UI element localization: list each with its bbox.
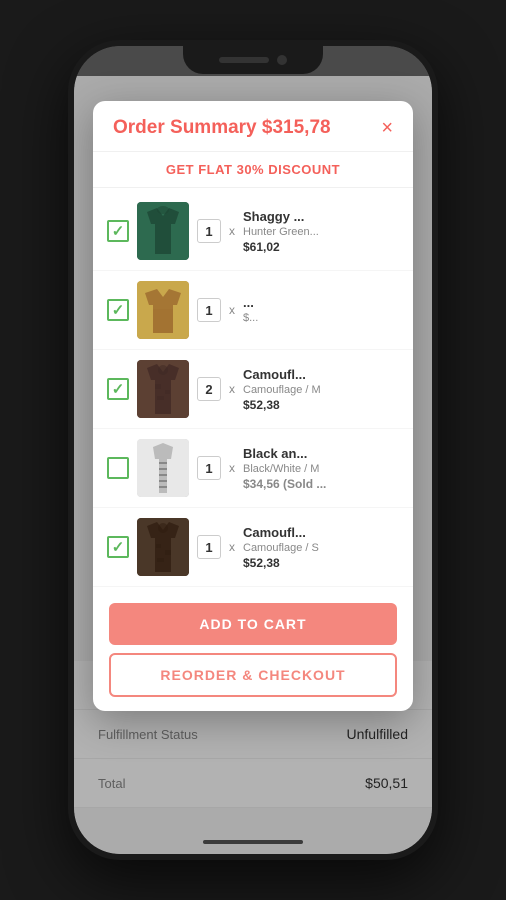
item-5-variant: Camouflage / S (243, 542, 399, 554)
item-4-variant: Black/White / M (243, 463, 399, 475)
times-sign-2: x (229, 303, 235, 317)
times-sign-5: x (229, 540, 235, 554)
item-3-name: Camoufl... (243, 367, 399, 382)
times-sign-1: x (229, 224, 235, 238)
item-5-image (137, 518, 189, 576)
item-2-checkbox[interactable]: ✓ (107, 299, 129, 321)
item-1-details: Shaggy ... Hunter Green... $61,02 (243, 209, 399, 254)
modal-header: Order Summary $315,78 × (93, 101, 413, 152)
item-1-checkbox[interactable]: ✓ (107, 220, 129, 242)
item-2-image (137, 281, 189, 339)
item-3-image (137, 360, 189, 418)
modal-actions: ADD TO CART REORDER & CHECKOUT (93, 591, 413, 711)
item-4-checkbox[interactable] (107, 457, 129, 479)
item-3-details: Camoufl... Camouflage / M $52,38 (243, 367, 399, 412)
close-button[interactable]: × (381, 118, 393, 138)
item-5-clothing-svg (137, 518, 189, 576)
item-3-variant: Camouflage / M (243, 384, 399, 396)
order-item-1: ✓ 1 x (93, 192, 413, 271)
item-5-details: Camoufl... Camouflage / S $52,38 (243, 525, 399, 570)
order-item-2: ✓ 1 x (93, 271, 413, 350)
item-3-checkbox[interactable]: ✓ (107, 378, 129, 400)
item-1-name: Shaggy ... (243, 209, 399, 224)
times-sign-4: x (229, 461, 235, 475)
phone-frame: Payment Status Pending Fulfillment Statu… (68, 40, 438, 860)
item-1-price: $61,02 (243, 240, 399, 254)
item-5-quantity: 1 (197, 535, 221, 559)
item-2-clothing-svg (137, 281, 189, 339)
screen-content: Payment Status Pending Fulfillment Statu… (74, 46, 432, 854)
add-to-cart-button[interactable]: ADD TO CART (109, 603, 397, 645)
item-4-price: $34,56 (Sold ... (243, 477, 399, 491)
checkmark-icon-2: ✓ (112, 301, 125, 319)
item-2-details: ... $... (243, 295, 399, 326)
checkmark-icon-3: ✓ (112, 380, 125, 398)
order-item-3: ✓ (93, 350, 413, 429)
item-4-details: Black an... Black/White / M $34,56 (Sold… (243, 446, 399, 491)
phone-notch (183, 46, 323, 74)
item-2-quantity: 1 (197, 298, 221, 322)
reorder-checkout-button[interactable]: REORDER & CHECKOUT (109, 653, 397, 697)
item-4-quantity: 1 (197, 456, 221, 480)
times-sign-3: x (229, 382, 235, 396)
item-2-name: ... (243, 295, 399, 310)
camera-icon (277, 55, 287, 65)
item-3-quantity: 2 (197, 377, 221, 401)
item-5-checkbox[interactable]: ✓ (107, 536, 129, 558)
checkmark-icon: ✓ (112, 222, 125, 240)
checkmark-icon-5: ✓ (112, 538, 125, 556)
item-2-variant: $... (243, 312, 399, 324)
item-1-image (137, 202, 189, 260)
item-4-image (137, 439, 189, 497)
item-4-clothing-svg (137, 439, 189, 497)
order-summary-modal: Order Summary $315,78 × GET FLAT 30% DIS… (93, 101, 413, 711)
phone-screen: Payment Status Pending Fulfillment Statu… (74, 46, 432, 854)
item-5-price: $52,38 (243, 556, 399, 570)
speaker-icon (219, 57, 269, 63)
modal-title: Order Summary $315,78 (113, 117, 331, 139)
item-4-name: Black an... (243, 446, 399, 461)
modal-overlay: Order Summary $315,78 × GET FLAT 30% DIS… (74, 46, 432, 854)
item-1-clothing-svg (137, 202, 189, 260)
order-item-4: 1 x Black an... Black/White / M $34,56 (… (93, 429, 413, 508)
item-1-quantity: 1 (197, 219, 221, 243)
order-item-5: ✓ (93, 508, 413, 587)
item-5-name: Camoufl... (243, 525, 399, 540)
item-3-clothing-svg (137, 360, 189, 418)
items-list: ✓ 1 x (93, 188, 413, 591)
item-3-price: $52,38 (243, 398, 399, 412)
discount-banner: GET FLAT 30% DISCOUNT (93, 152, 413, 188)
item-1-variant: Hunter Green... (243, 226, 399, 238)
